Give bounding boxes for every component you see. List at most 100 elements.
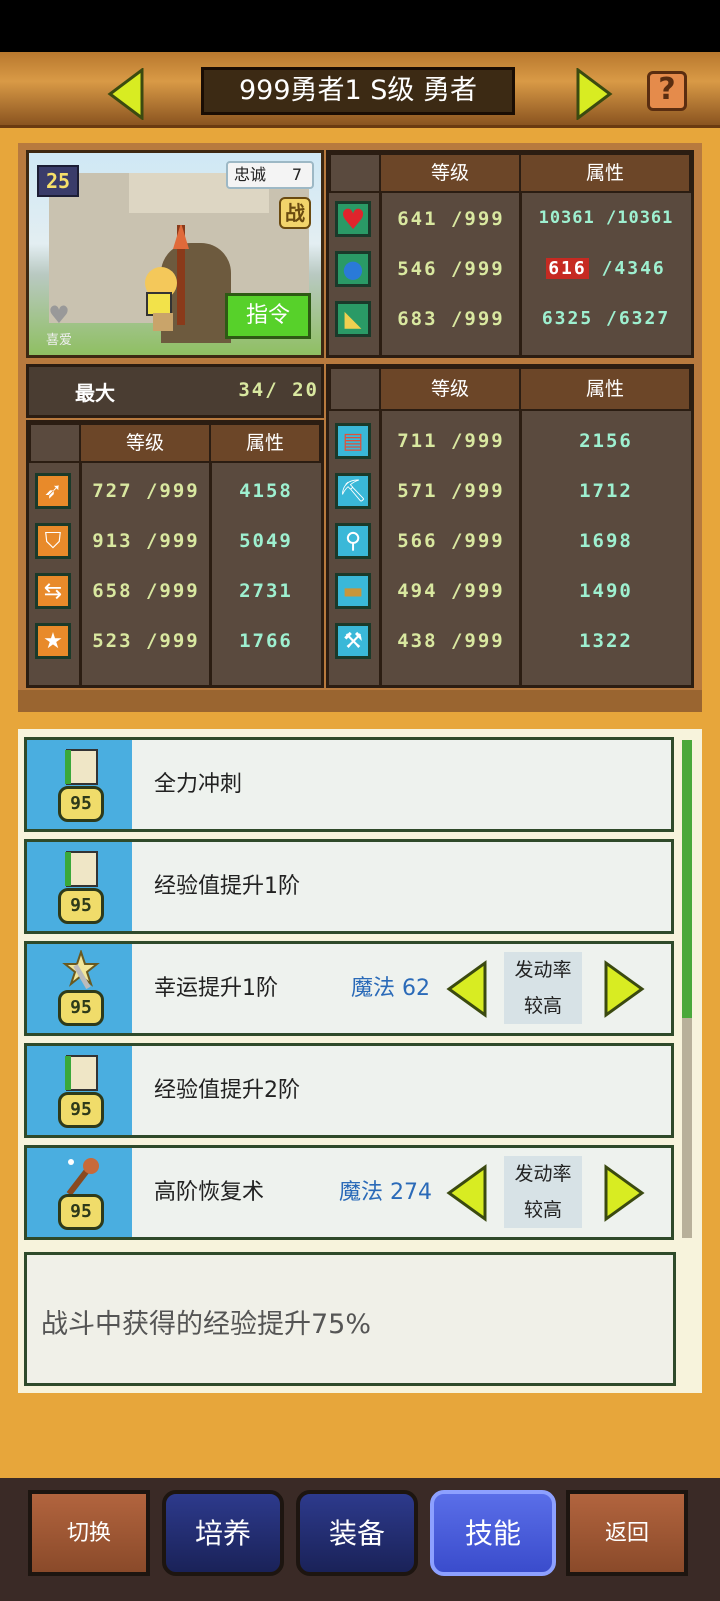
sword-icon: ➶ [35, 473, 71, 509]
skill-name: 经验值提升1阶 [154, 874, 300, 899]
capacity-row: 最大 34/ 20 [26, 364, 324, 418]
vitals-attr-mp: 616 /4346 [521, 258, 691, 279]
rate-decrease-arrow-icon[interactable] [445, 1164, 489, 1222]
combat-level-defense: 913 /999 [92, 530, 200, 552]
work-level-mining: 571 /999 [397, 480, 505, 502]
activation-rate-box: 发动率 较高 [504, 952, 582, 1024]
skill-row[interactable]: 95 高阶恢复术 魔法 274 发动率 较高 [24, 1145, 674, 1240]
help-button[interactable]: ? [647, 71, 687, 111]
rate-increase-arrow-icon[interactable] [602, 960, 646, 1018]
combat-attr-agility: 2731 [239, 580, 293, 602]
hero-portrait: 25 忠诚 7 战 指令 ♥ 喜爱 [26, 150, 324, 358]
next-hero-arrow-icon[interactable] [574, 68, 614, 120]
work-attr-writing: 2156 [579, 430, 633, 452]
like-toggle[interactable]: ♥ 喜爱 [41, 301, 77, 348]
vitals-table: 等级 属性 ♥ 641 /999 10361 /10361 ● 546 /999… [326, 150, 694, 358]
skill-level-badge: 95 [58, 888, 104, 924]
combat-attr-attack: 4158 [239, 480, 293, 502]
back-button[interactable]: 返回 [566, 1490, 688, 1576]
potion-icon: ● [335, 251, 371, 287]
work-level-digging: 566 /999 [397, 530, 505, 552]
skill-name: 全力冲刺 [154, 772, 243, 797]
work-level-writing: 711 /999 [397, 430, 505, 452]
skill-level-badge: 95 [58, 1194, 104, 1230]
scroll-icon [65, 1055, 98, 1091]
vitals-attr-header: 属性 [519, 153, 691, 193]
dodge-icon: ⇆ [35, 573, 71, 609]
staff-icon [66, 1158, 99, 1196]
work-level-crafting: 438 /999 [397, 630, 505, 652]
combat-attr-header: 属性 [209, 423, 321, 463]
combat-level-attack: 727 /999 [92, 480, 200, 502]
skill-level-badge: 95 [58, 990, 104, 1026]
vitals-attr-hp: 10361 /10361 [538, 208, 674, 228]
skill-row[interactable]: 95 幸运提升1阶 魔法 62 发动率 较高 [24, 941, 674, 1036]
combat-attr-defense: 5049 [239, 530, 293, 552]
heart-icon: ♥ [335, 201, 371, 237]
train-button[interactable]: 培养 [162, 1490, 284, 1576]
work-attr-crafting: 1322 [579, 630, 633, 652]
combat-attr-luck: 1766 [239, 630, 293, 652]
star-icon: ★ [35, 623, 71, 659]
capacity-label: 最大 [75, 381, 115, 405]
work-attr-digging: 1698 [579, 530, 633, 552]
skill-row[interactable]: 95 经验值提升1阶 [24, 839, 674, 934]
battle-icon: 战 [279, 197, 311, 229]
book-icon: ▤ [335, 423, 371, 459]
skill-name: 经验值提升2阶 [154, 1078, 300, 1103]
skill-level-badge: 95 [58, 1092, 104, 1128]
skill-tab-button[interactable]: 技能 [430, 1490, 556, 1576]
activation-rate-box: 发动率 较高 [504, 1156, 582, 1228]
rate-decrease-arrow-icon[interactable] [445, 960, 489, 1018]
skills-scrollbar-thumb[interactable] [682, 740, 692, 1018]
anvil-icon: ▬ [335, 573, 371, 609]
vitals-attr-mp-max: /4346 [588, 258, 666, 279]
work-attr-smithing: 1490 [579, 580, 633, 602]
work-level-smithing: 494 /999 [397, 580, 505, 602]
vitals-level-mp: 546 /999 [397, 258, 505, 280]
hero-sprite-icon [145, 225, 189, 331]
hammer-icon: ⚒ [335, 623, 371, 659]
skill-magic-cost: 魔法 62 [351, 976, 430, 1001]
skill-row[interactable]: 95 全力冲刺 [24, 737, 674, 832]
work-skills-table: 等级 属性 ▤ 711 /999 2156 ⛏ 571 /999 1712 ⚲ … [326, 364, 694, 688]
loyalty-value: 7 [291, 165, 302, 184]
pickaxe-icon: ⛏ [335, 473, 371, 509]
stats-panel-footer [18, 690, 702, 712]
vitals-attr-mp-current: 616 [546, 258, 589, 279]
skill-row[interactable]: 95 经验值提升2阶 [24, 1043, 674, 1138]
equip-button[interactable]: 装备 [296, 1490, 418, 1576]
activation-rate-label: 发动率 [514, 959, 572, 981]
skill-name: 幸运提升1阶 [154, 976, 278, 1001]
loyalty-label: 忠诚 [234, 165, 267, 184]
hero-title: 999勇者1 S级 勇者 [201, 67, 515, 115]
muscle-icon: ◣ [335, 301, 371, 337]
vitals-level-hp: 641 /999 [397, 208, 505, 230]
scroll-icon [65, 749, 98, 785]
scroll-icon [65, 851, 98, 887]
activation-rate-value: 较高 [523, 1199, 562, 1221]
skill-name: 高阶恢复术 [154, 1180, 265, 1205]
like-label: 喜爱 [45, 333, 72, 348]
work-attr-mining: 1712 [579, 480, 633, 502]
game-screen: 999勇者1 S级 勇者 ? 25 忠诚 7 战 指令 ♥ 喜爱 等级 属性 ♥… [0, 0, 720, 1601]
combat-table: 等级 属性 ➶ 727 /999 4158 ⛉ 913 /999 5049 ⇆ … [26, 420, 324, 688]
prev-hero-arrow-icon[interactable] [106, 68, 146, 120]
switch-button[interactable]: 切换 [28, 1490, 150, 1576]
status-bar [0, 0, 720, 52]
skill-magic-cost: 魔法 274 [339, 1180, 432, 1205]
rate-increase-arrow-icon[interactable] [602, 1164, 646, 1222]
lucky-sword-icon [62, 950, 100, 990]
hero-level-badge: 25 [37, 165, 79, 197]
vitals-level-stamina: 683 /999 [397, 308, 505, 330]
activation-rate-value: 较高 [523, 995, 562, 1017]
combat-level-header: 等级 [79, 423, 211, 463]
command-button[interactable]: 指令 [225, 293, 311, 339]
combat-level-agility: 658 /999 [92, 580, 200, 602]
skill-level-badge: 95 [58, 786, 104, 822]
shield-icon: ⛉ [35, 523, 71, 559]
activation-rate-label: 发动率 [514, 1163, 572, 1185]
vitals-attr-stamina: 6325 /6327 [541, 308, 671, 329]
combat-level-luck: 523 /999 [92, 630, 200, 652]
work-attr-header: 属性 [519, 367, 691, 411]
